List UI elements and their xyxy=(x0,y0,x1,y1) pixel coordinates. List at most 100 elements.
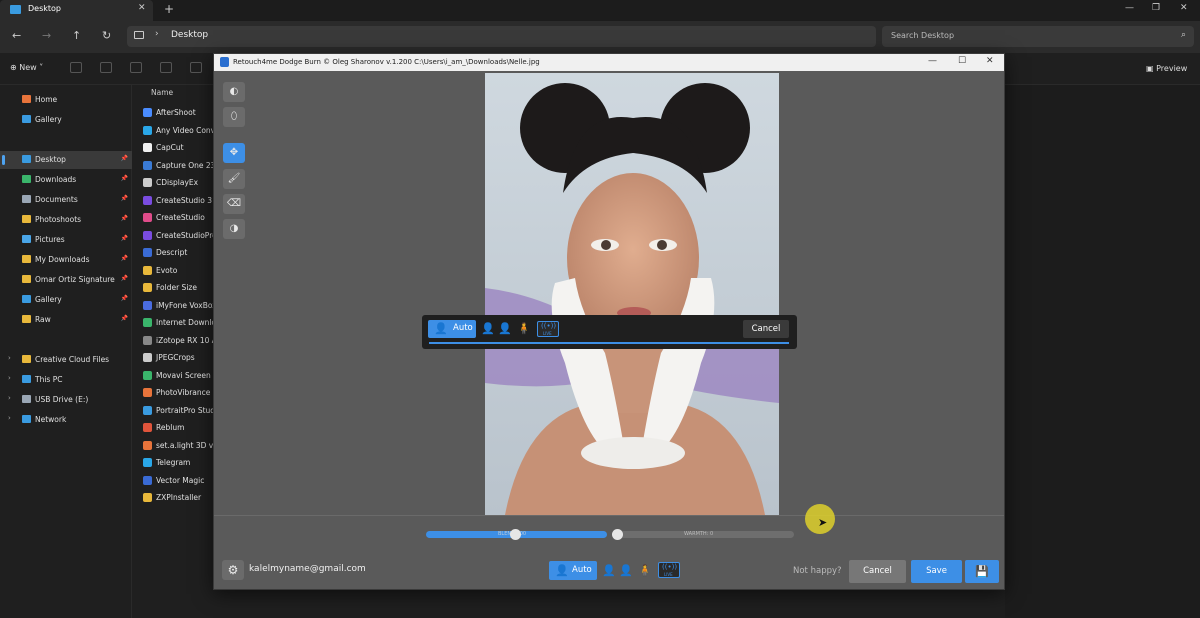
portrait-mode-icon[interactable]: 👤 xyxy=(481,323,495,334)
list-item[interactable]: Telegram xyxy=(143,455,223,471)
list-item[interactable]: CDisplayEx xyxy=(143,175,223,191)
move-icon[interactable]: ✥ xyxy=(223,143,245,163)
warmth-slider-handle[interactable] xyxy=(612,529,623,540)
list-item[interactable]: CapCut xyxy=(143,140,223,156)
list-item[interactable]: ZXPInstaller xyxy=(143,490,223,506)
nav-item-documents[interactable]: Documents 📌 xyxy=(0,191,132,209)
breadcrumb[interactable]: Desktop xyxy=(171,30,208,40)
auto-label: Auto xyxy=(453,323,473,333)
refresh-icon[interactable]: ↻ xyxy=(102,29,111,42)
nav-item-creative-cloud-files[interactable]: › Creative Cloud Files xyxy=(0,351,132,369)
back-icon[interactable]: ← xyxy=(12,29,21,42)
shape-icon[interactable]: ⬯ xyxy=(223,107,245,127)
mask-icon[interactable]: ◐ xyxy=(223,82,245,102)
list-item[interactable]: Capture One 23 xyxy=(143,158,223,174)
nav-item-usb-drive-e-[interactable]: › USB Drive (E:) xyxy=(0,391,132,409)
chevron-right-icon[interactable]: › xyxy=(155,29,159,39)
address-input[interactable]: › Desktop xyxy=(127,26,876,47)
list-item[interactable]: Evoto xyxy=(143,263,223,279)
list-item[interactable]: CreateStudioPro xyxy=(143,228,223,244)
folder-icon xyxy=(22,315,31,323)
auto-mode-button[interactable]: 👤 Auto xyxy=(428,320,476,338)
app-shortcut-icon xyxy=(143,178,152,187)
list-item[interactable]: set.a.light 3D v2.0 xyxy=(143,438,223,454)
rename-icon[interactable] xyxy=(160,62,172,73)
list-item[interactable]: CreateStudio 3 xyxy=(143,193,223,209)
copy-icon[interactable] xyxy=(100,62,112,73)
nav-item-this-pc[interactable]: › This PC xyxy=(0,371,132,389)
portrait-photo[interactable] xyxy=(485,73,779,515)
gear-icon[interactable]: ⚙ xyxy=(222,560,244,580)
maximize-icon[interactable]: ❐ xyxy=(1152,3,1160,13)
blend-slider[interactable]: BLEND 100 xyxy=(426,529,607,540)
list-item[interactable]: JPEGCrops xyxy=(143,350,223,366)
full-body-icon[interactable]: 🧍 xyxy=(517,323,531,334)
new-tab-button[interactable]: + xyxy=(164,2,174,16)
tab-desktop[interactable]: Desktop ✕ xyxy=(0,0,153,21)
half-body-icon[interactable]: 👤 xyxy=(498,323,512,334)
list-item[interactable]: AfterShoot xyxy=(143,105,223,121)
preview-button[interactable]: ▣ Preview xyxy=(1146,64,1187,73)
minimize-icon[interactable]: — xyxy=(928,56,937,66)
expand-chevron-icon[interactable]: › xyxy=(8,354,11,362)
list-item[interactable]: Descript xyxy=(143,245,223,261)
minimize-icon[interactable]: — xyxy=(1125,3,1134,13)
forward-icon[interactable]: → xyxy=(42,29,51,42)
list-item[interactable]: Any Video Conve xyxy=(143,123,223,139)
new-button[interactable]: ⊕ New ˅ xyxy=(10,63,43,72)
list-item[interactable]: iZotope RX 10 Au xyxy=(143,333,223,349)
nav-item-home[interactable]: Home xyxy=(0,91,132,109)
list-item[interactable]: Vector Magic xyxy=(143,473,223,489)
brush-icon[interactable]: 🖌 xyxy=(223,169,245,189)
cancel-button[interactable]: Cancel xyxy=(849,560,906,583)
nav-item-photoshoots[interactable]: Photoshoots 📌 xyxy=(0,211,132,229)
full-body-icon[interactable]: 🧍 xyxy=(638,565,652,576)
list-item[interactable]: iMyFone VoxBox xyxy=(143,298,223,314)
expand-chevron-icon[interactable]: › xyxy=(8,414,11,422)
live-button[interactable]: ((•)) LIVE xyxy=(537,321,559,337)
nav-item-downloads[interactable]: Downloads 📌 xyxy=(0,171,132,189)
file-list: Name AfterShoot Any Video Conve CapCut Capt… xyxy=(133,85,223,618)
cut-icon[interactable] xyxy=(70,62,82,73)
cancel-processing-button[interactable]: Cancel xyxy=(743,320,789,338)
column-header-name[interactable]: Name xyxy=(151,88,173,97)
paste-icon[interactable] xyxy=(130,62,142,73)
close-tab-icon[interactable]: ✕ xyxy=(138,3,146,13)
nav-item-gallery[interactable]: Gallery 📌 xyxy=(0,291,132,309)
compare-icon[interactable]: ◑ xyxy=(223,219,245,239)
nav-item-network[interactable]: › Network xyxy=(0,411,132,429)
not-happy-link[interactable]: Not happy? xyxy=(793,566,842,576)
save-button[interactable]: Save xyxy=(911,560,962,583)
list-item[interactable]: Internet Downloa xyxy=(143,315,223,331)
expand-chevron-icon[interactable]: › xyxy=(8,374,11,382)
close-icon[interactable]: ✕ xyxy=(986,56,994,66)
close-window-icon[interactable]: ✕ xyxy=(1180,3,1188,13)
maximize-icon[interactable]: ☐ xyxy=(958,56,966,66)
list-item[interactable]: CreateStudio xyxy=(143,210,223,226)
nav-item-gallery[interactable]: Gallery xyxy=(0,111,132,129)
auto-mode-button[interactable]: 👤 Auto xyxy=(549,561,597,580)
nav-item-omar-ortiz-signature[interactable]: Omar Ortiz Signature 📌 xyxy=(0,271,132,289)
list-item[interactable]: PhotoVibrance xyxy=(143,385,223,401)
list-item[interactable]: Folder Size xyxy=(143,280,223,296)
up-icon[interactable]: ↑ xyxy=(72,29,81,42)
app-shortcut-icon xyxy=(143,335,152,345)
blend-slider-handle[interactable] xyxy=(510,529,521,540)
nav-item-my-downloads[interactable]: My Downloads 📌 xyxy=(0,251,132,269)
list-item[interactable]: Movavi Screen Re xyxy=(143,368,223,384)
list-item[interactable]: Reblum xyxy=(143,420,223,436)
eraser-icon[interactable]: ⌫ xyxy=(223,194,245,214)
half-body-icon[interactable]: 👤 xyxy=(619,565,633,576)
nav-item-raw[interactable]: Raw 📌 xyxy=(0,311,132,329)
portrait-mode-icon[interactable]: 👤 xyxy=(602,565,616,576)
live-button[interactable]: ((•)) LIVE xyxy=(658,562,680,578)
warmth-slider[interactable]: WARMTH: 0 xyxy=(612,529,794,540)
save-as-icon[interactable]: 💾 xyxy=(965,560,999,583)
app-shortcut-icon xyxy=(143,493,152,502)
nav-item-pictures[interactable]: Pictures 📌 xyxy=(0,231,132,249)
share-icon[interactable] xyxy=(190,62,202,73)
expand-chevron-icon[interactable]: › xyxy=(8,394,11,402)
list-item[interactable]: PortraitPro Studio xyxy=(143,403,223,419)
search-input[interactable]: Search Desktop ⌕ xyxy=(882,26,1194,47)
nav-item-desktop[interactable]: Desktop 📌 xyxy=(0,151,132,169)
